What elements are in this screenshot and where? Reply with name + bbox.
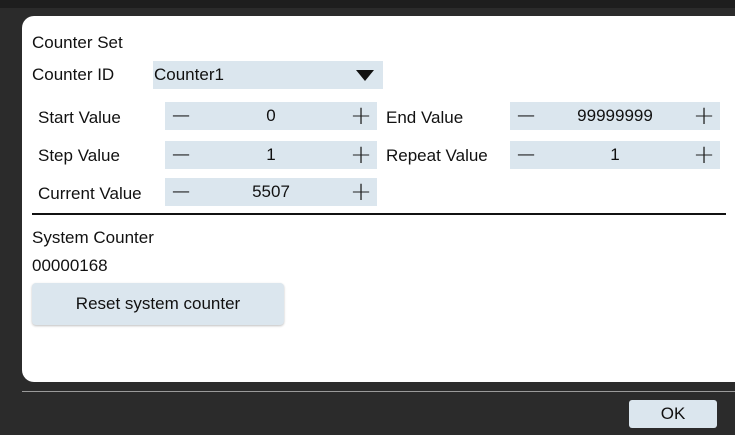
start-value-stepper: − 0 + bbox=[165, 102, 377, 130]
repeat-minus-button[interactable]: − bbox=[510, 141, 542, 169]
step-value-stepper: − 1 + bbox=[165, 141, 377, 169]
reset-system-counter-button[interactable]: Reset system counter bbox=[32, 283, 284, 325]
repeat-plus-button[interactable]: + bbox=[688, 141, 720, 169]
system-counter-value: 00000168 bbox=[32, 256, 108, 275]
footer-divider bbox=[22, 391, 735, 392]
window-top-strip bbox=[0, 0, 735, 8]
end-value-label: End Value bbox=[386, 108, 464, 127]
ok-button[interactable]: OK bbox=[629, 400, 717, 428]
dropdown-arrow-icon[interactable] bbox=[347, 61, 383, 89]
current-minus-button[interactable]: − bbox=[165, 178, 197, 206]
step-value-label: Step Value bbox=[38, 146, 120, 165]
repeat-value-stepper: − 1 + bbox=[510, 141, 720, 169]
start-plus-button[interactable]: + bbox=[345, 102, 377, 130]
system-counter-title: System Counter bbox=[32, 228, 154, 247]
step-minus-button[interactable]: − bbox=[165, 141, 197, 169]
step-plus-button[interactable]: + bbox=[345, 141, 377, 169]
start-minus-button[interactable]: − bbox=[165, 102, 197, 130]
counter-id-dropdown[interactable]: Counter1 bbox=[153, 61, 383, 89]
end-value-stepper: − 99999999 + bbox=[510, 102, 720, 130]
start-value-label: Start Value bbox=[38, 108, 121, 127]
current-plus-button[interactable]: + bbox=[345, 178, 377, 206]
section-divider bbox=[32, 213, 726, 215]
section-title: Counter Set bbox=[32, 33, 123, 52]
counter-id-value: Counter1 bbox=[154, 65, 224, 84]
end-minus-button[interactable]: − bbox=[510, 102, 542, 130]
current-value-field[interactable]: 5507 bbox=[197, 182, 345, 202]
end-value-field[interactable]: 99999999 bbox=[542, 106, 688, 126]
current-value-stepper: − 5507 + bbox=[165, 178, 377, 206]
current-value-label: Current Value bbox=[38, 184, 142, 203]
step-value-field[interactable]: 1 bbox=[197, 145, 345, 165]
start-value-field[interactable]: 0 bbox=[197, 106, 345, 126]
end-plus-button[interactable]: + bbox=[688, 102, 720, 130]
counter-id-label: Counter ID bbox=[32, 65, 115, 84]
repeat-value-label: Repeat Value bbox=[386, 146, 488, 165]
repeat-value-field[interactable]: 1 bbox=[542, 145, 688, 165]
